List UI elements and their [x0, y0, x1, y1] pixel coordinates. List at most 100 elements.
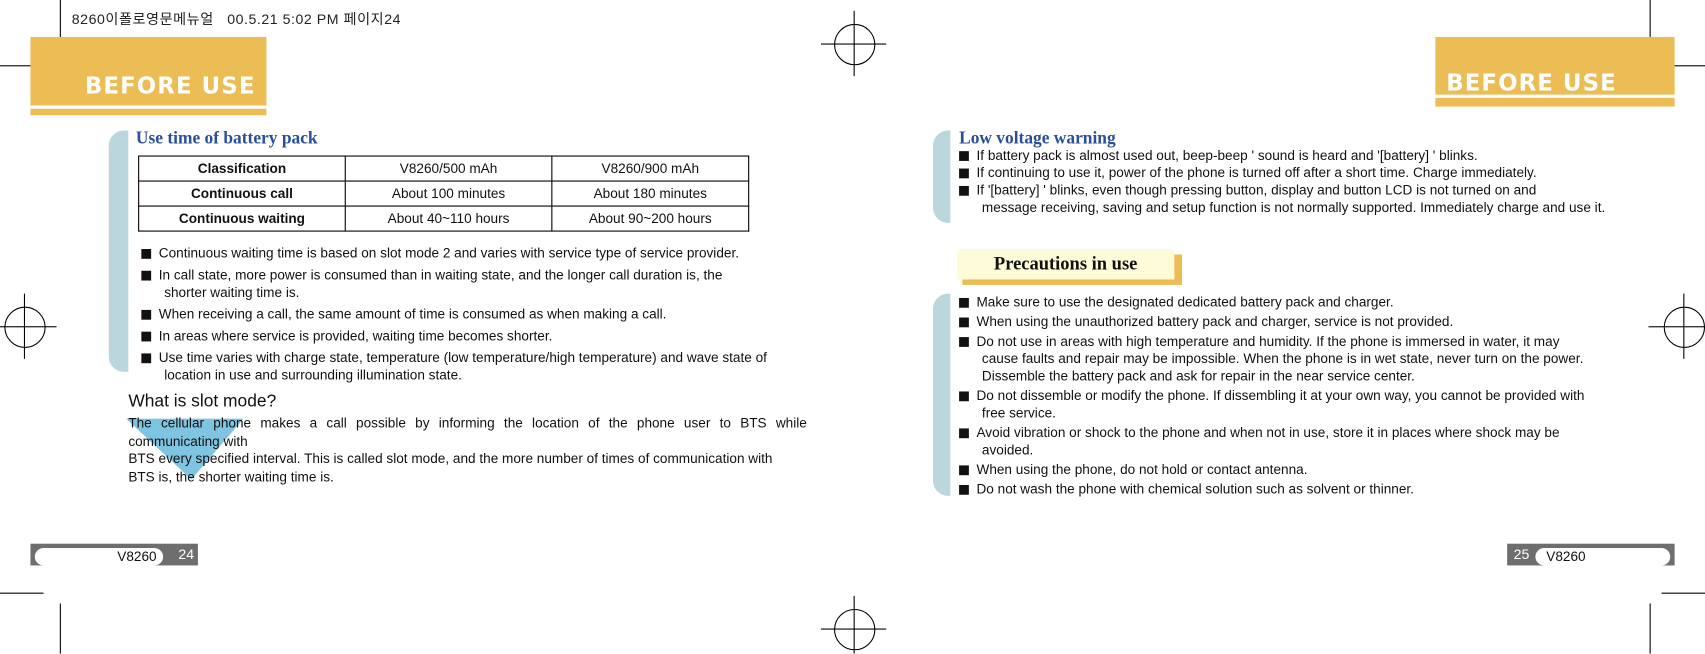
- bullet-square-icon: [141, 331, 152, 342]
- bullet-square-icon: [959, 168, 969, 179]
- slot-mode-line: BTS is, the shorter waiting time is.: [128, 469, 334, 485]
- left-bullet-list: Continuous waiting time is based on slot…: [141, 240, 815, 384]
- bullet-text: Make sure to use the designated dedicate…: [976, 294, 1394, 310]
- section-tab: [932, 130, 951, 223]
- bullet-text: If '[battery] ' blinks, even though pres…: [976, 182, 1537, 198]
- low-voltage-list: If battery pack is almost used out, beep…: [959, 147, 1655, 217]
- bullet-text: When receiving a call, the same amount o…: [158, 306, 667, 322]
- table-cell: About 90~200 hours: [551, 205, 750, 232]
- bullet-item: Use time varies with charge state, tempe…: [141, 349, 815, 384]
- crop-mark: [1649, 603, 1651, 654]
- bullet-text: Do not dissemble or modify the phone. If…: [976, 388, 1585, 404]
- print-header: 8260이폴로영문메뉴얼 00.5.21 5:02 PM 페이지24: [71, 10, 402, 28]
- table-header: V8260/500 mAh: [344, 155, 553, 182]
- bullet-item: When receiving a call, the same amount o…: [141, 306, 815, 323]
- table-cell: Continuous waiting: [138, 205, 346, 232]
- bullet-item: When using the phone, do not hold or con…: [959, 461, 1655, 478]
- bullet-text: Do not wash the phone with chemical solu…: [976, 481, 1414, 497]
- slot-mode-text: The cellular phone makes a call possible…: [128, 414, 807, 486]
- section-tab: [932, 293, 951, 496]
- bullet-item: Continuous waiting time is based on slot…: [141, 245, 815, 262]
- right-banner: BEFORE USE: [1435, 36, 1675, 107]
- bullet-text: When using the unauthorized battery pack…: [976, 314, 1454, 330]
- slot-mode-title: What is slot mode?: [128, 392, 277, 412]
- table-cell: About 40~110 hours: [344, 205, 553, 232]
- bullet-square-icon: [959, 391, 969, 402]
- bullet-square-icon: [959, 297, 969, 308]
- bullet-square-icon: [141, 309, 152, 320]
- bullet-text: shorter waiting time is.: [164, 284, 300, 301]
- bullet-square-icon: [959, 465, 969, 476]
- right-footer: 25 V8260: [1507, 543, 1675, 566]
- registration-cross: [1648, 326, 1705, 328]
- bullet-item: In call state, more power is consumed th…: [141, 266, 815, 301]
- bullet-text: location in use and surrounding illumina…: [164, 367, 462, 383]
- banner-title: BEFORE USE: [1446, 69, 1617, 96]
- left-footer: V8260 24: [30, 543, 198, 566]
- battery-table: Classification V8260/500 mAh V8260/900 m…: [138, 155, 750, 232]
- footer-model: V8260: [1535, 548, 1671, 566]
- table-header: V8260/900 mAh: [551, 155, 750, 182]
- registration-cross: [820, 628, 887, 630]
- table-row: Continuous call About 100 minutes About …: [138, 180, 750, 207]
- bullet-square-icon: [959, 317, 969, 328]
- bullet-square-icon: [959, 337, 969, 347]
- bullet-text: In areas where service is provided, wait…: [158, 328, 553, 344]
- bullet-square-icon: [959, 428, 969, 439]
- bullet-item: Avoid vibration or shock to the phone an…: [959, 424, 1655, 459]
- bullet-text: avoided.: [981, 442, 1034, 458]
- slot-mode-line: communicating with: [128, 433, 248, 449]
- bullet-square-icon: [959, 151, 969, 161]
- precautions-list: Make sure to use the designated dedicate…: [959, 291, 1655, 498]
- section-heading: Use time of battery pack: [135, 129, 318, 148]
- footer-model: V8260: [34, 548, 164, 566]
- bullet-text: message receiving, saving and setup func…: [981, 200, 1606, 216]
- table-header: Classification: [138, 155, 346, 182]
- table-header-row: Classification V8260/500 mAh V8260/900 m…: [138, 155, 750, 182]
- registration-cross: [820, 43, 887, 45]
- bullet-item: When using the unauthorized battery pack…: [959, 313, 1655, 330]
- page-number: 24: [178, 545, 195, 563]
- bullet-square-icon: [141, 353, 152, 364]
- table-row: Continuous waiting About 40~110 hours Ab…: [138, 205, 750, 232]
- bullet-item: In areas where service is provided, wait…: [141, 327, 815, 344]
- bullet-square-icon: [959, 484, 969, 495]
- slot-mode-line: BTS every specified interval. This is ca…: [128, 451, 773, 467]
- bullet-item: If continuing to use it, power of the ph…: [959, 164, 1655, 181]
- bullet-item: If battery pack is almost used out, beep…: [959, 147, 1655, 164]
- bullet-text: In call state, more power is consumed th…: [158, 267, 723, 283]
- page-number: 25: [1513, 545, 1530, 563]
- crop-mark: [0, 592, 44, 594]
- registration-cross: [853, 595, 855, 654]
- section-tab: [108, 130, 129, 372]
- bullet-text: Do not use in areas with high temperatur…: [976, 333, 1560, 350]
- precautions-title: Precautions in use: [993, 253, 1138, 275]
- slot-mode-line: The cellular phone makes a call possible…: [128, 415, 807, 431]
- bullet-item: Do not wash the phone with chemical solu…: [959, 481, 1655, 498]
- left-banner: BEFORE USE: [30, 36, 267, 116]
- crop-mark: [59, 603, 61, 654]
- bullet-text: Avoid vibration or shock to the phone an…: [976, 425, 1560, 441]
- bullet-square-icon: [141, 249, 152, 259]
- banner-title: BEFORE USE: [84, 72, 256, 99]
- bullet-item: Do not use in areas with high temperatur…: [959, 333, 1655, 385]
- bullet-text: Continuous waiting time is based on slot…: [158, 245, 740, 261]
- table-cell: About 100 minutes: [344, 180, 553, 207]
- bullet-text: Dissemble the battery pack and ask for r…: [981, 368, 1415, 384]
- crop-mark: [1661, 592, 1705, 594]
- bullet-text: If battery pack is almost used out, beep…: [976, 147, 1478, 164]
- registration-cross: [0, 326, 57, 328]
- bullet-text: If continuing to use it, power of the ph…: [976, 165, 1537, 181]
- bullet-item: If '[battery] ' blinks, even though pres…: [959, 182, 1655, 217]
- bullet-square-icon: [141, 270, 152, 281]
- bullet-text: When using the phone, do not hold or con…: [976, 462, 1308, 478]
- bullet-text: Use time varies with charge state, tempe…: [158, 350, 767, 366]
- precautions-title-box: Precautions in use: [956, 249, 1175, 280]
- bullet-square-icon: [959, 185, 969, 196]
- bullet-text: free service.: [981, 405, 1056, 421]
- bullet-item: Make sure to use the designated dedicate…: [959, 294, 1655, 311]
- bullet-item: Do not dissemble or modify the phone. If…: [959, 387, 1655, 422]
- bullet-text: cause faults and repair may be impossibl…: [981, 351, 1584, 367]
- table-cell: About 180 minutes: [551, 180, 750, 207]
- table-cell: Continuous call: [138, 180, 346, 207]
